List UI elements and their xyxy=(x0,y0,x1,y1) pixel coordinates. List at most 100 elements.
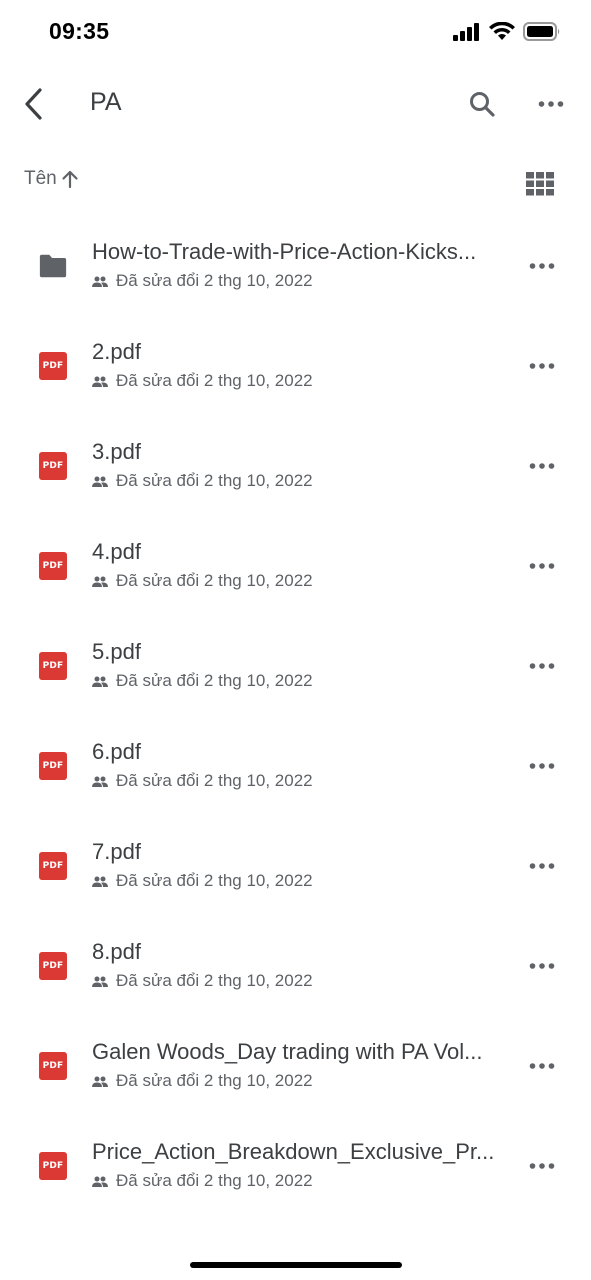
row-more-button[interactable] xyxy=(522,946,562,986)
list-item[interactable]: PDF 3.pdf Đã sửa đổi 2 thg 10, 2022 xyxy=(0,415,591,515)
grid-view-button[interactable] xyxy=(520,164,560,204)
more-horizontal-icon xyxy=(529,363,555,369)
pdf-badge: PDF xyxy=(39,652,67,680)
file-name: 3.pdf xyxy=(92,439,141,464)
more-horizontal-icon xyxy=(529,1163,555,1169)
shared-people-icon xyxy=(92,376,108,387)
shared-people-icon xyxy=(92,676,108,687)
list-item[interactable]: PDF 7.pdf Đã sửa đổi 2 thg 10, 2022 xyxy=(0,815,591,915)
modified-date: Đã sửa đổi 2 thg 10, 2022 xyxy=(116,471,313,490)
more-horizontal-icon xyxy=(529,463,555,469)
pdf-badge: PDF xyxy=(39,952,67,980)
file-meta: Đã sửa đổi 2 thg 10, 2022 xyxy=(92,871,313,891)
chevron-left-icon xyxy=(25,88,42,120)
search-icon xyxy=(470,92,495,117)
home-indicator[interactable] xyxy=(190,1262,402,1268)
shared-people-icon xyxy=(92,1176,108,1187)
shared-people-icon xyxy=(92,976,108,987)
status-bar: 09:35 xyxy=(0,0,591,64)
shared-people-icon xyxy=(92,1076,108,1087)
row-more-button[interactable] xyxy=(522,746,562,786)
shared-people-icon xyxy=(92,876,108,887)
search-button[interactable] xyxy=(462,84,502,124)
row-more-button[interactable] xyxy=(522,1046,562,1086)
more-horizontal-icon xyxy=(529,563,555,569)
more-horizontal-icon xyxy=(529,263,555,269)
more-horizontal-icon xyxy=(529,963,555,969)
list-item[interactable]: PDF Galen Woods_Day trading with PA Vol.… xyxy=(0,1015,591,1115)
more-horizontal-icon xyxy=(538,101,564,107)
more-horizontal-icon xyxy=(529,763,555,769)
pdf-file-icon: PDF xyxy=(38,1151,68,1181)
file-meta: Đã sửa đổi 2 thg 10, 2022 xyxy=(92,771,313,791)
pdf-badge: PDF xyxy=(39,852,67,880)
file-name: 8.pdf xyxy=(92,939,141,964)
battery-icon xyxy=(523,22,560,41)
grid-view-icon xyxy=(526,172,554,196)
status-icons xyxy=(453,22,561,41)
arrow-up-icon xyxy=(62,170,78,189)
row-more-button[interactable] xyxy=(522,1146,562,1186)
row-more-button[interactable] xyxy=(522,246,562,286)
pdf-file-icon: PDF xyxy=(38,351,68,381)
file-meta: Đã sửa đổi 2 thg 10, 2022 xyxy=(92,571,313,591)
list-item[interactable]: PDF 6.pdf Đã sửa đổi 2 thg 10, 2022 xyxy=(0,715,591,815)
sort-by-name-button[interactable]: Tên xyxy=(24,168,79,190)
list-item[interactable]: PDF 5.pdf Đã sửa đổi 2 thg 10, 2022 xyxy=(0,615,591,715)
file-meta: Đã sửa đổi 2 thg 10, 2022 xyxy=(92,471,313,491)
status-time: 09:35 xyxy=(49,18,110,44)
file-meta: Đã sửa đổi 2 thg 10, 2022 xyxy=(92,971,313,991)
file-name: Galen Woods_Day trading with PA Vol... xyxy=(92,1039,483,1064)
pdf-file-icon: PDF xyxy=(38,1051,68,1081)
pdf-badge: PDF xyxy=(39,352,67,380)
list-item[interactable]: How-to-Trade-with-Price-Action-Kicks... … xyxy=(0,215,591,315)
modified-date: Đã sửa đổi 2 thg 10, 2022 xyxy=(116,1171,313,1190)
pdf-badge: PDF xyxy=(39,1052,67,1080)
file-name: Price_Action_Breakdown_Exclusive_Pr... xyxy=(92,1139,495,1164)
back-button[interactable] xyxy=(14,84,54,124)
page-title: PA xyxy=(90,88,122,116)
modified-date: Đã sửa đổi 2 thg 10, 2022 xyxy=(116,271,313,290)
list-item[interactable]: PDF Price_Action_Breakdown_Exclusive_Pr.… xyxy=(0,1115,591,1215)
app-bar: PA xyxy=(0,70,591,136)
drive-folder-screen: 09:35 PA Tên How-to-Trade-with-Price-Act… xyxy=(0,0,591,1280)
list-item[interactable]: PDF 2.pdf Đã sửa đổi 2 thg 10, 2022 xyxy=(0,315,591,415)
pdf-file-icon: PDF xyxy=(38,851,68,881)
cellular-signal-icon xyxy=(453,22,479,41)
row-more-button[interactable] xyxy=(522,846,562,886)
modified-date: Đã sửa đổi 2 thg 10, 2022 xyxy=(116,971,313,990)
row-more-button[interactable] xyxy=(522,346,562,386)
pdf-file-icon: PDF xyxy=(38,751,68,781)
shared-people-icon xyxy=(92,776,108,787)
modified-date: Đã sửa đổi 2 thg 10, 2022 xyxy=(116,671,313,690)
file-name: 2.pdf xyxy=(92,339,141,364)
pdf-badge: PDF xyxy=(39,752,67,780)
row-more-button[interactable] xyxy=(522,546,562,586)
pdf-file-icon: PDF xyxy=(38,551,68,581)
file-meta: Đã sửa đổi 2 thg 10, 2022 xyxy=(92,271,313,291)
more-horizontal-icon xyxy=(529,1063,555,1069)
file-name: 6.pdf xyxy=(92,739,141,764)
folder-icon xyxy=(38,251,68,281)
list-item[interactable]: PDF 4.pdf Đã sửa đổi 2 thg 10, 2022 xyxy=(0,515,591,615)
row-more-button[interactable] xyxy=(522,446,562,486)
file-meta: Đã sửa đổi 2 thg 10, 2022 xyxy=(92,671,313,691)
file-name: How-to-Trade-with-Price-Action-Kicks... xyxy=(92,239,477,264)
pdf-file-icon: PDF xyxy=(38,451,68,481)
wifi-icon xyxy=(489,22,515,40)
more-horizontal-icon xyxy=(529,863,555,869)
sort-label: Tên xyxy=(24,168,57,189)
more-options-button[interactable] xyxy=(531,84,571,124)
modified-date: Đã sửa đổi 2 thg 10, 2022 xyxy=(116,871,313,890)
file-name: 5.pdf xyxy=(92,639,141,664)
modified-date: Đã sửa đổi 2 thg 10, 2022 xyxy=(116,771,313,790)
file-name: 7.pdf xyxy=(92,839,141,864)
pdf-badge: PDF xyxy=(39,1152,67,1180)
file-list: How-to-Trade-with-Price-Action-Kicks... … xyxy=(0,215,591,1215)
shared-people-icon xyxy=(92,576,108,587)
row-more-button[interactable] xyxy=(522,646,562,686)
pdf-file-icon: PDF xyxy=(38,951,68,981)
sort-bar: Tên xyxy=(0,160,591,204)
list-item[interactable]: PDF 8.pdf Đã sửa đổi 2 thg 10, 2022 xyxy=(0,915,591,1015)
file-name: 4.pdf xyxy=(92,539,141,564)
